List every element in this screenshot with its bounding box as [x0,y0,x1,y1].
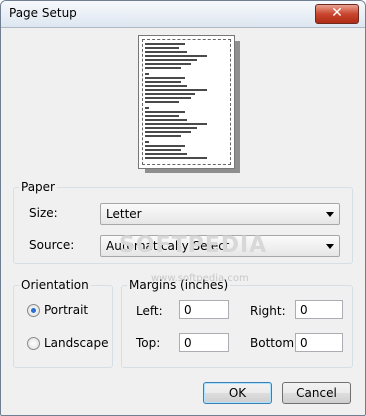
right-margin-input[interactable]: 0 [295,300,343,319]
left-margin-input[interactable]: 0 [179,300,229,319]
bottom-margin-input[interactable]: 0 [295,333,343,352]
top-margin-input[interactable]: 0 [179,333,229,352]
title-bar[interactable]: Page Setup ✕ [1,1,365,28]
orientation-group: Orientation [13,278,113,368]
paper-legend: Paper [21,180,55,194]
landscape-radio[interactable] [27,337,40,350]
bottom-margin-label: Bottom: [250,336,299,350]
watermark: SOFTPEDIA [119,233,268,258]
margins-legend: Margins (inches) [129,278,229,292]
page-setup-dialog: Page Setup ✕ Paper Size: Letter Source: … [0,0,366,416]
source-label: Source: [29,238,75,252]
page-preview [138,35,235,169]
portrait-radio[interactable] [27,304,40,317]
window-title: Page Setup [9,6,77,20]
right-margin-label: Right: [250,304,286,318]
cancel-button[interactable]: Cancel [282,382,351,404]
chevron-down-icon [326,212,334,217]
page-preview-content [142,39,231,165]
portrait-label[interactable]: Portrait [44,303,88,317]
left-margin-label: Left: [136,304,163,318]
top-margin-label: Top: [136,336,161,350]
size-select[interactable]: Letter [100,203,340,225]
landscape-label[interactable]: Landscape [44,336,108,350]
chevron-down-icon [326,244,334,249]
margins-group: Margins (inches) [121,278,353,368]
ok-button[interactable]: OK [203,382,272,404]
size-select-value: Letter [106,207,142,221]
close-button[interactable]: ✕ [315,4,359,24]
size-label: Size: [29,206,58,220]
close-icon: ✕ [331,5,343,21]
orientation-legend: Orientation [21,278,89,292]
